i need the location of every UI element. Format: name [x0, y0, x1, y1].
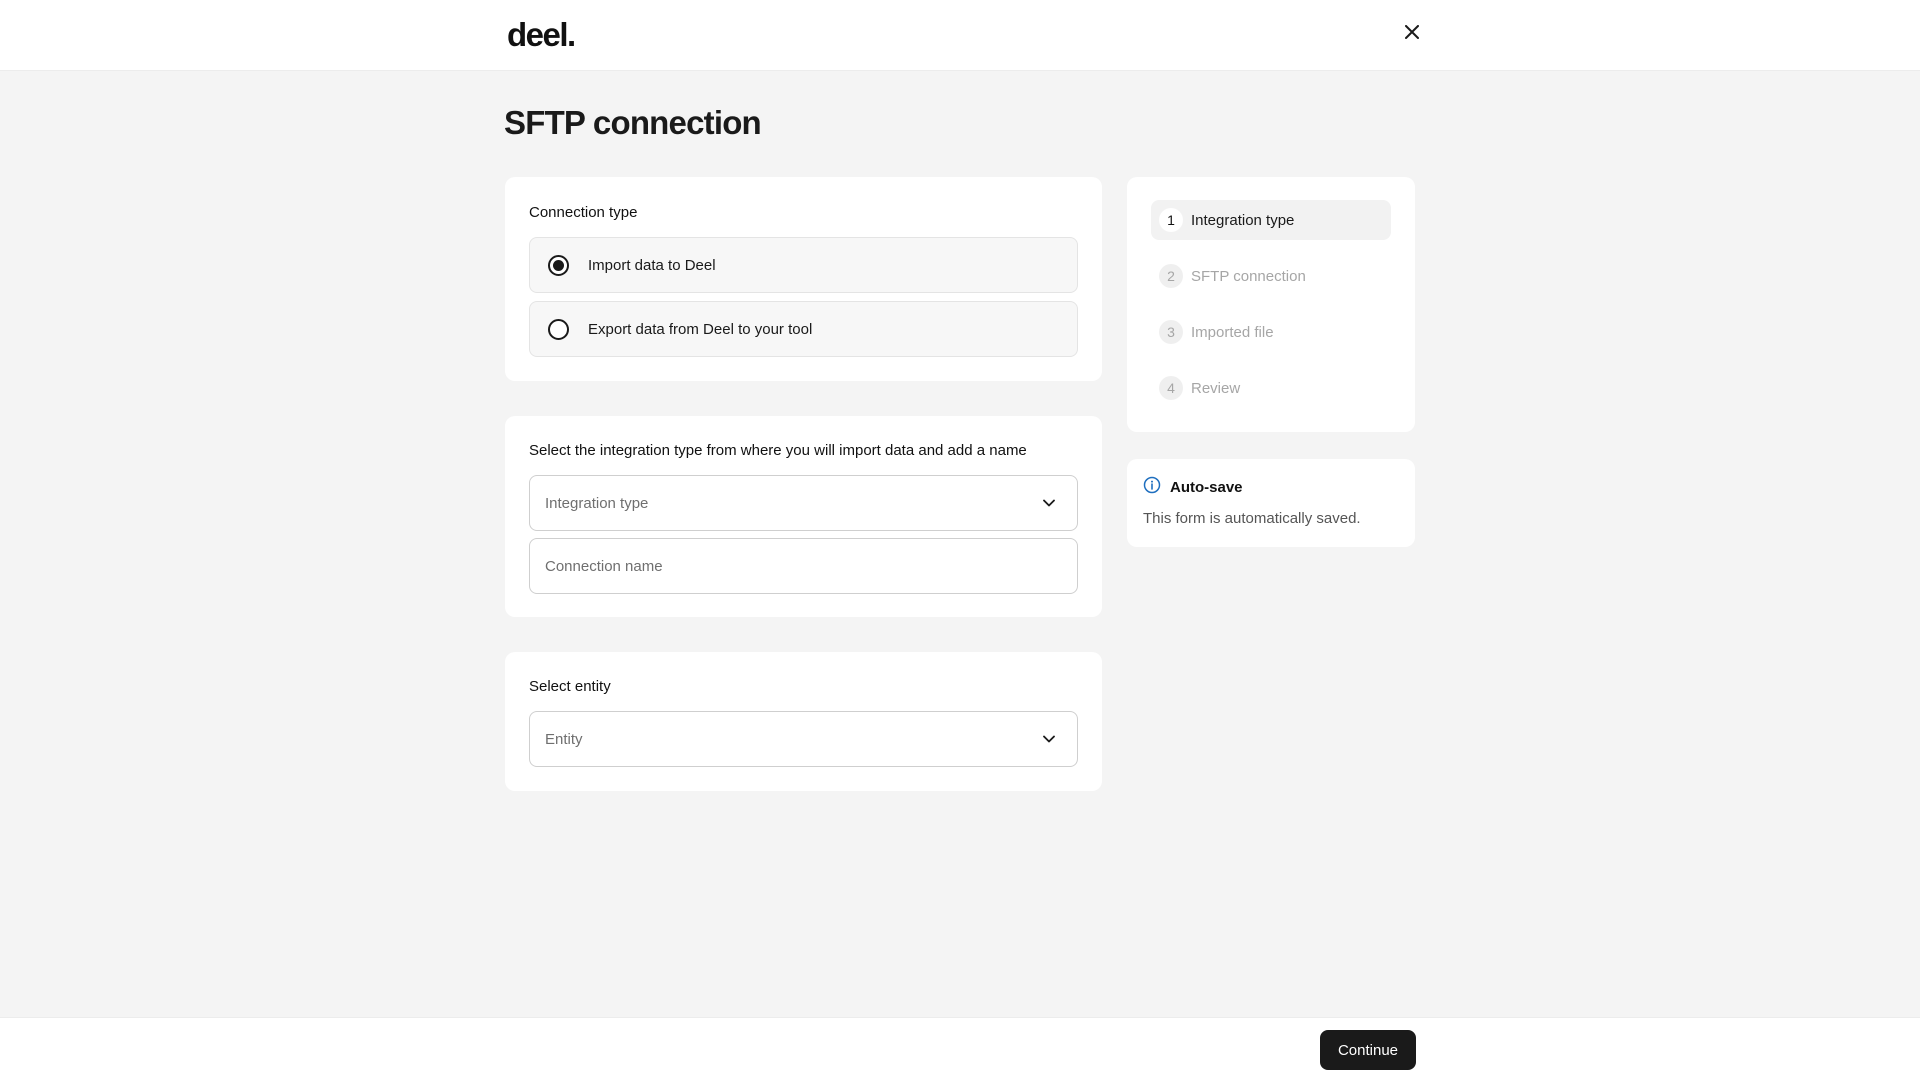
autosave-title: Auto-save: [1170, 479, 1243, 496]
radio-export-label: Export data from Deel to your tool: [588, 320, 813, 338]
radio-button-checked[interactable]: [548, 254, 569, 276]
connection-name-input[interactable]: Connection name: [529, 538, 1078, 594]
radio-import-label: Import data to Deel: [588, 256, 716, 274]
chevron-down-icon: [1041, 731, 1057, 747]
autosave-card: Auto-save This form is automatically sav…: [1127, 459, 1415, 547]
connection-type-title: Connection type: [529, 204, 638, 221]
step-number: 2: [1159, 264, 1183, 288]
step-imported-file[interactable]: 3 Imported file: [1151, 312, 1391, 352]
entity-card-title: Select entity: [529, 678, 611, 695]
entity-select[interactable]: Entity: [529, 711, 1078, 767]
close-button[interactable]: [1400, 22, 1424, 46]
entity-card: Select entity Entity: [505, 652, 1102, 791]
chevron-down-icon: [1041, 495, 1057, 511]
continue-button[interactable]: Continue: [1320, 1030, 1416, 1070]
step-number: 4: [1159, 376, 1183, 400]
info-icon: [1143, 476, 1161, 499]
step-sftp-connection[interactable]: 2 SFTP connection: [1151, 256, 1391, 296]
entity-placeholder: Entity: [545, 730, 583, 748]
step-label: Review: [1191, 379, 1241, 397]
connection-name-placeholder: Connection name: [545, 557, 663, 575]
step-label: Imported file: [1191, 323, 1274, 341]
deel-logo[interactable]: deel.: [507, 16, 576, 54]
page-title: SFTP connection: [504, 104, 762, 141]
radio-dot: [553, 259, 564, 271]
radio-import-option[interactable]: Import data to Deel: [529, 237, 1078, 293]
top-bar: deel.: [0, 0, 1920, 71]
step-number: 1: [1159, 208, 1183, 232]
step-number: 3: [1159, 320, 1183, 344]
integration-type-select[interactable]: Integration type: [529, 475, 1078, 531]
autosave-text: This form is automatically saved.: [1143, 510, 1361, 527]
steps-card: 1 Integration type 2 SFTP connection 3 I…: [1127, 177, 1415, 432]
autosave-header: Auto-save: [1143, 476, 1243, 499]
integration-card: Select the integration type from where y…: [505, 416, 1102, 617]
radio-button-unchecked[interactable]: [548, 318, 569, 340]
step-label: SFTP connection: [1191, 267, 1306, 285]
radio-export-option[interactable]: Export data from Deel to your tool: [529, 301, 1078, 357]
bottom-bar: Continue: [0, 1017, 1920, 1080]
connection-type-card: Connection type Import data to Deel Expo…: [505, 177, 1102, 381]
step-label: Integration type: [1191, 211, 1295, 229]
integration-card-title: Select the integration type from where y…: [529, 442, 1027, 459]
integration-type-placeholder: Integration type: [545, 494, 649, 512]
close-icon: [1405, 24, 1419, 44]
step-review[interactable]: 4 Review: [1151, 368, 1391, 408]
step-integration-type[interactable]: 1 Integration type: [1151, 200, 1391, 240]
